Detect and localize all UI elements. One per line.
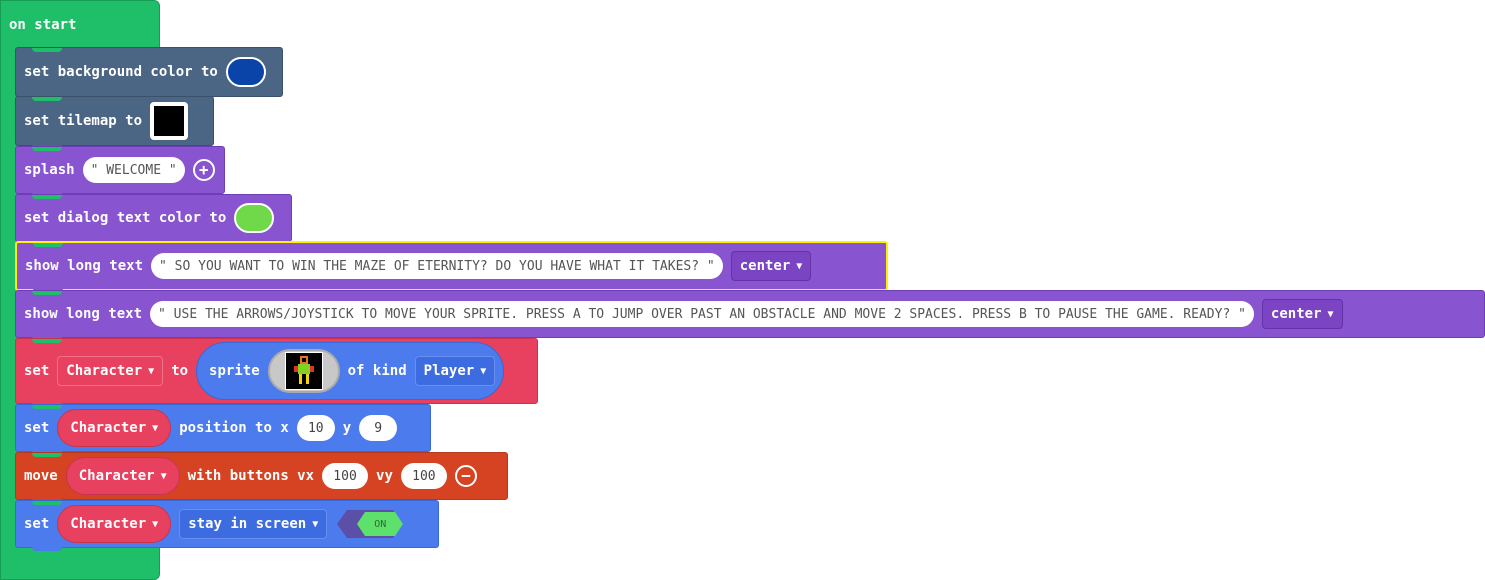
set-label: set [24, 516, 50, 532]
y-label: y [342, 420, 352, 436]
block-label: set dialog text color to [24, 210, 227, 226]
align-dropdown-2[interactable]: center ▼ [1261, 299, 1343, 329]
variable-name: Character [70, 420, 147, 436]
vy-label: vy [376, 468, 393, 484]
with-buttons-label: with buttons vx [187, 468, 315, 484]
caret-down-icon: ▼ [152, 422, 159, 434]
block-label: show long text [24, 306, 143, 322]
toggle-label: ON [374, 518, 387, 530]
sprite-label: sprite [209, 363, 260, 379]
sprite-image-editor[interactable] [267, 349, 340, 393]
long-text-field-1[interactable]: " SO YOU WANT TO WIN THE MAZE OF ETERNIT… [151, 253, 723, 279]
minus-circle-icon[interactable]: − [454, 465, 477, 487]
caret-down-icon: ▼ [152, 518, 159, 530]
tilemap-preview[interactable] [150, 102, 189, 140]
to-label: to [171, 363, 189, 379]
set-tilemap-block[interactable]: set tilemap to [15, 96, 214, 149]
move-with-buttons-block[interactable]: move Character ▼ with buttons vx 100 vy … [15, 452, 508, 503]
on-off-toggle[interactable]: ON [335, 508, 405, 540]
vx-value-field[interactable]: 100 [322, 463, 369, 489]
dialog-color-swatch[interactable] [234, 203, 275, 233]
create-sprite-block[interactable]: sprite of kind Player ▼ [196, 342, 505, 400]
set-stay-in-screen-block[interactable]: set Character ▼ stay in screen ▼ ON [15, 500, 439, 551]
set-sprite-block[interactable]: set Character ▼ to sprite of kind Player [15, 338, 538, 407]
of-kind-label: of kind [347, 363, 407, 379]
position-label: position to x [179, 420, 289, 436]
splash-text-field[interactable]: " WELCOME " [82, 157, 185, 183]
sprite-variable[interactable]: Character ▼ [65, 457, 180, 495]
align-value: center [739, 258, 791, 274]
sprite-variable[interactable]: Character ▼ [57, 505, 172, 543]
y-value-field[interactable]: 9 [359, 415, 398, 441]
set-dialog-text-color-block[interactable]: set dialog text color to [15, 194, 292, 245]
move-label: move [24, 468, 58, 484]
background-color-swatch[interactable] [225, 57, 266, 87]
vy-value-field[interactable]: 100 [400, 463, 447, 489]
sprite-variable[interactable]: Character ▼ [57, 409, 172, 447]
block-label: set background color to [24, 64, 218, 80]
flag-dropdown[interactable]: stay in screen ▼ [179, 509, 328, 539]
caret-down-icon: ▼ [480, 365, 487, 377]
show-long-text-block-2[interactable]: show long text " USE THE ARROWS/JOYSTICK… [15, 290, 1485, 341]
caret-down-icon: ▼ [148, 365, 155, 377]
block-label: show long text [25, 258, 144, 274]
block-label: splash [24, 162, 75, 178]
kind-value: Player [423, 363, 475, 379]
set-position-block[interactable]: set Character ▼ position to x 10 y 9 [15, 404, 431, 455]
on-start-label: on start [9, 17, 77, 33]
splash-block[interactable]: splash " WELCOME " + [15, 146, 225, 197]
caret-down-icon: ▼ [1327, 308, 1334, 320]
player-sprite-icon [293, 356, 314, 384]
long-text-field-2[interactable]: " USE THE ARROWS/JOYSTICK TO MOVE YOUR S… [150, 301, 1254, 327]
variable-name: Character [66, 363, 143, 379]
caret-down-icon: ▼ [796, 260, 803, 272]
x-value-field[interactable]: 10 [296, 415, 335, 441]
variable-name: Character [78, 468, 155, 484]
set-background-color-block[interactable]: set background color to [15, 47, 283, 100]
plus-circle-icon[interactable]: + [192, 159, 215, 181]
show-long-text-block-1[interactable]: show long text " SO YOU WANT TO WIN THE … [15, 241, 888, 293]
align-value: center [1270, 306, 1322, 322]
variable-name: Character [70, 516, 147, 532]
set-label: set [24, 363, 50, 379]
align-dropdown-1[interactable]: center ▼ [730, 251, 812, 281]
caret-down-icon: ▼ [312, 518, 319, 530]
set-label: set [24, 420, 50, 436]
kind-dropdown[interactable]: Player ▼ [414, 356, 496, 386]
flag-value: stay in screen [188, 516, 307, 532]
block-label: set tilemap to [24, 113, 143, 129]
variable-dropdown[interactable]: Character ▼ [57, 356, 164, 386]
caret-down-icon: ▼ [160, 470, 167, 482]
toggle-shape [337, 510, 404, 538]
